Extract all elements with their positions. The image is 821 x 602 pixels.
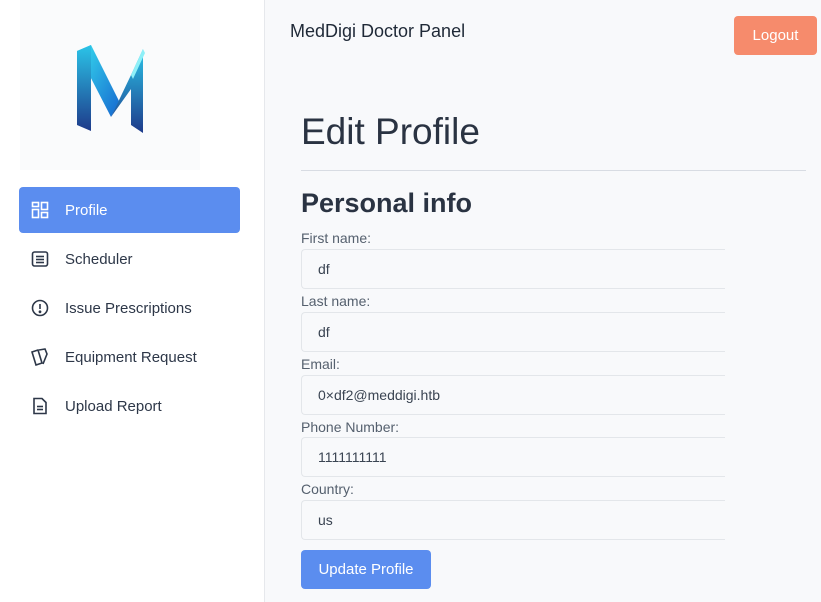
first-name-field[interactable] — [301, 249, 725, 289]
main-content: MedDigi Doctor Panel Logout Edit Profile… — [265, 0, 821, 602]
grid-icon — [30, 200, 50, 220]
sidebar-item-upload-report[interactable]: Upload Report — [19, 383, 240, 429]
sidebar-nav: Profile Scheduler Issue Prescriptions Eq… — [19, 187, 240, 432]
cards-icon — [30, 347, 50, 367]
meddigi-logo-icon — [77, 45, 145, 133]
logout-button[interactable]: Logout — [734, 16, 817, 55]
last-name-label: Last name: — [301, 293, 371, 309]
section-title: Personal info — [301, 188, 473, 218]
sidebar-item-scheduler[interactable]: Scheduler — [19, 236, 240, 282]
phone-number-label: Phone Number: — [301, 419, 400, 435]
email-field[interactable] — [301, 375, 725, 415]
country-label: Country: — [301, 481, 354, 497]
logo — [20, 0, 200, 170]
alert-circle-icon — [30, 298, 50, 318]
email-label: Email: — [301, 356, 340, 372]
sidebar-item-label: Upload Report — [65, 397, 162, 415]
panel-title: MedDigi Doctor Panel — [290, 21, 466, 41]
file-icon — [30, 396, 50, 416]
last-name-field[interactable] — [301, 312, 725, 352]
divider — [301, 170, 806, 171]
page-title: Edit Profile — [301, 111, 480, 152]
sidebar-item-label: Equipment Request — [65, 348, 197, 366]
sidebar-item-profile[interactable]: Profile — [19, 187, 240, 233]
sidebar-item-label: Profile — [65, 201, 108, 219]
first-name-label: First name: — [301, 230, 372, 246]
sidebar-item-label: Scheduler — [65, 250, 133, 268]
list-icon — [30, 249, 50, 269]
sidebar-item-issue-prescriptions[interactable]: Issue Prescriptions — [19, 285, 240, 331]
sidebar: Profile Scheduler Issue Prescriptions Eq… — [0, 0, 265, 602]
country-field[interactable] — [301, 500, 725, 540]
sidebar-item-label: Issue Prescriptions — [65, 299, 192, 317]
phone-number-field[interactable] — [301, 437, 725, 477]
sidebar-item-equipment-request[interactable]: Equipment Request — [19, 334, 240, 380]
update-profile-button[interactable]: Update Profile — [301, 550, 431, 589]
